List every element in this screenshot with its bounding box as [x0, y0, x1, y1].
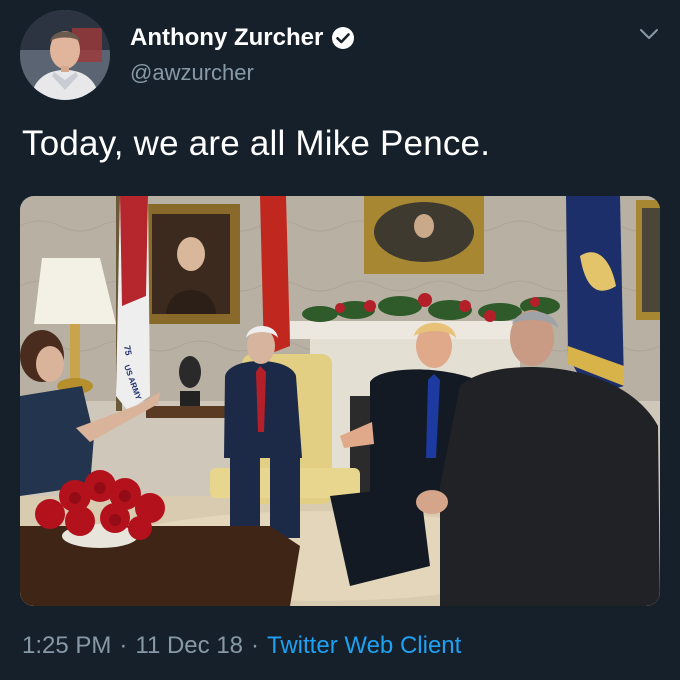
tweet-time[interactable]: 1:25 PM — [22, 632, 111, 659]
photo-scene: 75 US ARMY — [20, 196, 660, 606]
tweet-meta: 1:25 PM · 11 Dec 18 · Twitter Web Client — [22, 632, 461, 660]
tweet-source-link[interactable]: Twitter Web Client — [267, 632, 461, 659]
meta-separator: · — [119, 632, 128, 659]
avatar[interactable] — [20, 10, 110, 100]
tweet-photo[interactable]: 75 US ARMY — [20, 196, 660, 606]
tweet-text: Today, we are all Mike Pence. — [22, 124, 491, 163]
meta-separator: · — [251, 632, 260, 659]
verified-badge-icon — [332, 27, 355, 49]
flag-number: 75 — [122, 345, 134, 357]
avatar-photo — [20, 10, 110, 100]
author-display-name[interactable]: Anthony Zurcher — [130, 24, 323, 52]
tweet-date[interactable]: 11 Dec 18 — [135, 632, 243, 659]
chevron-down-icon[interactable] — [637, 22, 661, 46]
author-handle[interactable]: @awzurcher — [130, 60, 254, 86]
tweet: Anthony Zurcher @awzurcher Today, we are… — [0, 0, 680, 680]
author-name-row[interactable]: Anthony Zurcher — [130, 24, 355, 52]
